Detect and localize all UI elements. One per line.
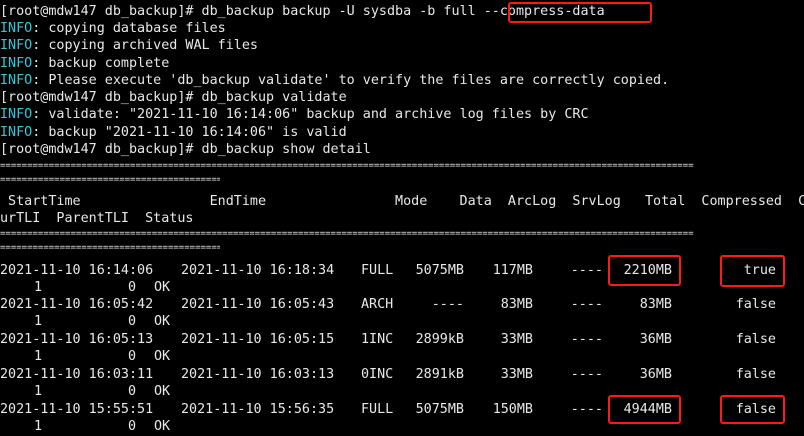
info-label: INFO [0,73,33,88]
cell-arclog: 33MB [500,332,533,347]
cell-curtli: 1 [33,349,42,364]
cell-start: 2021-11-10 16:14:06 [0,263,154,278]
cell-mode: 1INC [361,332,394,347]
info-text: : copying archived WAL files [32,38,258,53]
table-separator: ========================================… [0,229,694,239]
cell-total: 83MB [639,297,672,312]
cell-total: 4944MB [623,402,672,417]
cell-total: 36MB [639,367,672,382]
cell-mode: 0INC [361,367,394,382]
cell-parenttli: 0 [127,314,136,329]
cell-start: 2021-11-10 16:05:42 [0,297,154,312]
info-text: : backup complete [32,56,170,71]
cell-end: 2021-11-10 16:18:34 [181,263,335,278]
table-separator: ========================================… [0,243,220,253]
info-text: : copying database files [32,21,226,36]
info-line: INFO: validate: "2021-11-10 16:14:06" ba… [0,106,589,123]
compress-flag: --compress-data [483,4,605,19]
cell-compressed: true [743,263,776,278]
info-line: INFO: copying database files [0,20,226,37]
shell-prompt: [root@mdw147 db_backup]# [0,142,202,157]
cell-end: 2021-11-10 16:05:43 [181,297,335,312]
terminal-window[interactable]: [root@mdw147 db_backup]# db_backup backu… [0,0,804,436]
table-header-row: StartTime EndTime Mode Data ArcLog SrvLo… [0,194,804,209]
cell-status: OK [154,349,171,364]
cell-mode: FULL [361,263,394,278]
info-text: : Please execute 'db_backup validate' to… [32,73,670,88]
cell-arclog: 33MB [500,367,533,382]
cell-end: 2021-11-10 16:05:15 [181,332,335,347]
cell-data: ---- [431,297,464,312]
command-line: [root@mdw147 db_backup]# db_backup backu… [0,3,605,20]
info-text: : validate: "2021-11-10 16:14:06" backup… [32,107,589,122]
cell-srvlog: ---- [570,332,603,347]
info-line: INFO: backup "2021-11-10 16:14:06" is va… [0,124,347,141]
table-separator: ========================================… [0,161,694,171]
cell-parenttli: 0 [127,384,136,399]
cell-status: OK [154,419,171,434]
cell-total: 36MB [639,332,672,347]
info-label: INFO [0,56,33,71]
cell-curtli: 1 [33,280,42,295]
info-label: INFO [0,125,33,140]
cell-data: 5075MB [415,402,464,417]
cell-start: 2021-11-10 15:55:51 [0,402,154,417]
info-line: INFO: backup complete [0,55,169,72]
cell-compressed: false [735,297,776,312]
command-line: [root@mdw147 db_backup]# db_backup show … [0,141,371,158]
info-text: : backup "2021-11-10 16:14:06" is valid [32,125,347,140]
cell-srvlog: ---- [570,402,603,417]
cell-end: 2021-11-10 15:56:35 [181,402,335,417]
cell-mode: FULL [361,402,394,417]
cell-status: OK [154,314,171,329]
cell-start: 2021-11-10 16:05:13 [0,332,154,347]
cell-parenttli: 0 [127,419,136,434]
cell-end: 2021-11-10 16:03:13 [181,367,335,382]
cell-srvlog: ---- [570,367,603,382]
info-label: INFO [0,21,33,36]
cell-srvlog: ---- [570,263,603,278]
cell-compressed: false [735,332,776,347]
cell-compressed: false [735,402,776,417]
cell-data: 5075MB [415,263,464,278]
cell-curtli: 1 [33,419,42,434]
cell-status: OK [154,280,171,295]
shell-prompt: [root@mdw147 db_backup]# [0,4,202,19]
cell-parenttli: 0 [127,349,136,364]
cell-status: OK [154,384,171,399]
cell-arclog: 83MB [500,297,533,312]
command-line: [root@mdw147 db_backup]# db_backup valid… [0,89,347,106]
cell-parenttli: 0 [127,280,136,295]
info-line: INFO: copying archived WAL files [0,37,258,54]
cell-data: 2899kB [415,332,464,347]
cell-start: 2021-11-10 16:03:11 [0,367,154,382]
shell-prompt: [root@mdw147 db_backup]# [0,90,202,105]
cell-mode: ARCH [361,297,394,312]
info-label: INFO [0,107,33,122]
table-separator: ========================================… [0,175,220,185]
cell-arclog: 117MB [492,263,533,278]
command-text: db_backup validate [201,90,347,105]
cell-srvlog: ---- [570,297,603,312]
info-label: INFO [0,38,33,53]
table-header-row: urTLI ParentTLI Status [0,211,194,226]
info-line: INFO: Please execute 'db_backup validate… [0,72,669,89]
command-text: db_backup show detail [201,142,371,157]
cell-compressed: false [735,367,776,382]
cell-total: 2210MB [623,263,672,278]
cell-curtli: 1 [33,314,42,329]
cell-curtli: 1 [33,384,42,399]
cell-data: 2891kB [415,367,464,382]
command-text: db_backup backup -U sysdba -b full [201,4,484,19]
cell-arclog: 150MB [492,402,533,417]
